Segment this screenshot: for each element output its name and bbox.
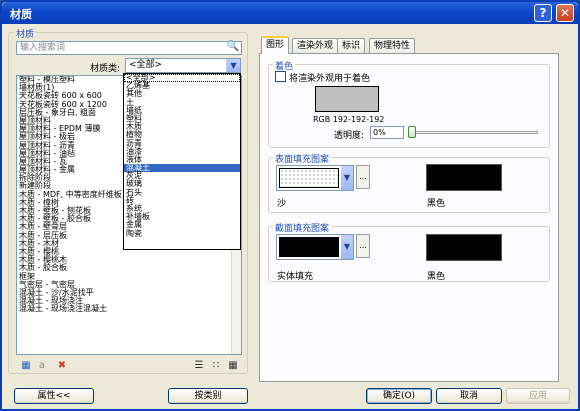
category-option[interactable]: 石头: [124, 188, 240, 197]
use-render-appearance-label: 将渲染外观用于着色: [289, 74, 371, 84]
tab-graphics[interactable]: 图形: [261, 36, 290, 54]
surface-pattern-name: 沙: [277, 199, 287, 209]
category-option[interactable]: 陶瓷: [124, 229, 240, 238]
title-bar: 材质 ? ✕: [2, 2, 578, 24]
shading-color-swatch[interactable]: [315, 86, 379, 112]
tab-identity[interactable]: 标识: [337, 38, 366, 53]
tab-render-appearance[interactable]: 渲染外观: [292, 38, 339, 53]
search-icon[interactable]: 🔍: [227, 41, 239, 53]
category-select[interactable]: <全部> ▼: [125, 58, 241, 73]
apply-button[interactable]: 应用: [506, 388, 570, 404]
transparency-value: 0%: [373, 128, 386, 137]
delete-material-icon[interactable]: ✖: [55, 360, 69, 372]
surface-pattern-group-label: 表面填充图案: [273, 152, 332, 165]
category-select-value: <全部>: [129, 60, 163, 70]
materials-dialog: 材质 ? ✕ 材质 输入搜索词 🔍 材质类: <全部> ▼ 塑料 - 模压塑料墙…: [0, 0, 580, 411]
cut-pattern-name: 实体填充: [277, 272, 314, 282]
new-material-icon[interactable]: ▦: [19, 360, 33, 372]
cut-pattern-browse-button[interactable]: ...: [356, 234, 370, 258]
transparency-label: 透明度:: [334, 131, 365, 141]
window-title: 材质: [10, 8, 32, 21]
cut-dropdown-arrow-icon[interactable]: ▼: [341, 235, 353, 259]
search-input[interactable]: 输入搜索词 🔍: [16, 41, 242, 55]
search-placeholder: 输入搜索词: [20, 43, 66, 53]
ok-button[interactable]: 确定(O): [366, 388, 432, 404]
surface-color-name: 黑色: [427, 199, 446, 209]
shading-rgb-value: RGB 192-192-192: [313, 115, 385, 124]
category-label: 材质类:: [90, 64, 121, 74]
help-icon[interactable]: ?: [534, 4, 552, 22]
large-icon-view-icon[interactable]: ▦: [226, 360, 240, 372]
cut-pattern-preview: [279, 237, 339, 257]
cut-color-name: 黑色: [427, 272, 446, 282]
tab-physical[interactable]: 物理特性: [369, 38, 416, 53]
surface-pattern-dropdown[interactable]: ▼: [276, 165, 354, 191]
surface-pattern-preview: [279, 168, 339, 188]
surface-pattern-browse-button[interactable]: ...: [356, 165, 370, 189]
use-render-appearance-checkbox[interactable]: [275, 71, 286, 82]
category-option[interactable]: 其他: [124, 90, 240, 98]
material-list-item[interactable]: 混凝土 - 现场浇注混凝土: [17, 305, 241, 313]
properties-toggle-button[interactable]: 属性<<: [14, 388, 94, 404]
cut-color-swatch[interactable]: [426, 234, 502, 261]
rename-material-icon[interactable]: a: [35, 360, 49, 372]
list-view-icon[interactable]: ☰: [192, 360, 206, 372]
materials-group-label: 材质: [14, 27, 37, 40]
transparency-slider-track[interactable]: [412, 131, 538, 134]
material-list-item[interactable]: 木质 - 胶合板: [17, 264, 241, 272]
small-icon-view-icon[interactable]: ∷: [209, 360, 223, 372]
dropdown-arrow-icon[interactable]: ▼: [226, 59, 240, 72]
cut-pattern-group-label: 截面填充图案: [273, 221, 332, 234]
close-icon[interactable]: ✕: [556, 4, 574, 22]
category-dropdown-list[interactable]: <全部> 乙烯基 其他土墙纸 塑料 木质 植物 沥青 油漆 液体 混凝土 灰泥 玻璃 石头砖系统 补墙板金…: [123, 73, 241, 250]
by-category-button[interactable]: 按类别: [168, 388, 248, 404]
transparency-slider-thumb[interactable]: [408, 126, 416, 138]
cancel-button[interactable]: 取消: [436, 388, 502, 404]
surface-dropdown-arrow-icon[interactable]: ▼: [341, 166, 353, 190]
surface-color-swatch[interactable]: [426, 164, 502, 191]
transparency-input[interactable]: 0%: [370, 126, 404, 139]
cut-pattern-dropdown[interactable]: ▼: [276, 234, 354, 260]
